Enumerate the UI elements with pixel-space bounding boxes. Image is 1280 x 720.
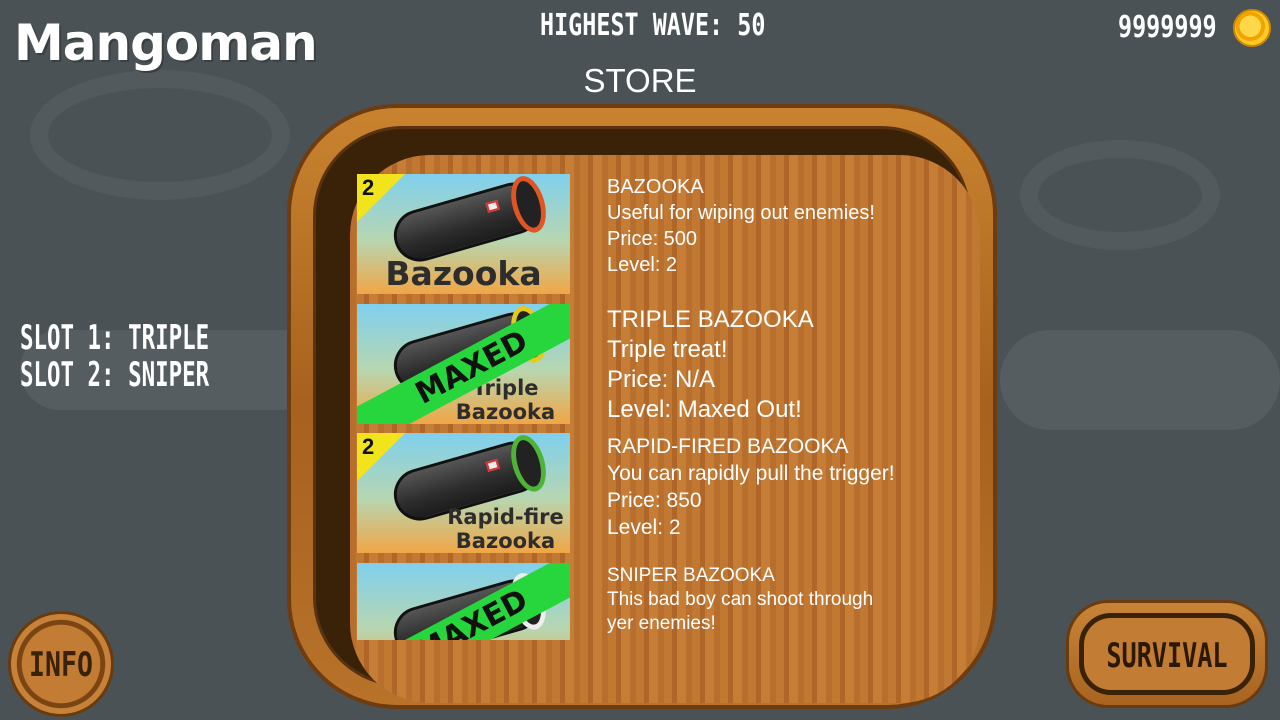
survival-button[interactable]: SURVIVAL	[1066, 600, 1268, 708]
item-name: SNIPER BAZOOKA	[607, 565, 775, 586]
store-item-bazooka[interactable]: 2 Bazooka BAZOOKA Useful for wiping out …	[357, 174, 957, 296]
item-name: BAZOOKA	[607, 176, 704, 198]
item-description-line2: yer enemies!	[607, 613, 716, 634]
store-title: STORE	[583, 62, 697, 99]
coin-count: 9999999	[1118, 10, 1217, 45]
item-price: Price: N/A	[607, 366, 716, 393]
thumbnail-title-line2: Bazooka	[455, 529, 556, 553]
store-item-triple-bazooka[interactable]: Triple Bazooka MAXED TRIPLE BAZOOKA Trip…	[357, 304, 957, 426]
item-price: Price: 850	[607, 489, 702, 512]
thumbnail-title-line1: Rapid-fire	[447, 505, 564, 529]
highest-wave-label: HIGHEST WAVE: 50	[540, 8, 766, 43]
item-price: Price: 500	[607, 228, 698, 250]
store-item-sniper-bazooka[interactable]: MAXED SNIPER BAZOOKA This bad boy can sh…	[357, 563, 957, 640]
store-item-rapid-fire-bazooka[interactable]: 2 Rapid-fire Bazooka RAPID-FIRED BAZOOKA…	[357, 433, 957, 555]
item-description-line1: This bad boy can shoot through	[607, 589, 874, 610]
item-info: TRIPLE BAZOOKA Triple treat! Price: N/A …	[607, 304, 947, 424]
item-info: SNIPER BAZOOKA This bad boy can shoot th…	[607, 563, 947, 635]
sniper-bazooka-thumbnail[interactable]: MAXED	[357, 563, 570, 640]
item-description: Useful for wiping out enemies!	[607, 202, 875, 224]
triple-bazooka-thumbnail[interactable]: Triple Bazooka MAXED	[357, 304, 570, 424]
rapid-fire-bazooka-thumbnail[interactable]: 2 Rapid-fire Bazooka	[357, 433, 570, 553]
bazooka-muzzle	[505, 174, 552, 237]
item-description: You can rapidly pull the trigger!	[607, 462, 895, 485]
slot-1-label: SLOT 1: TRIPLE	[20, 318, 210, 358]
info-button-label: INFO	[29, 645, 93, 685]
item-name: TRIPLE BAZOOKA	[607, 306, 814, 333]
survival-button-label: SURVIVAL	[1106, 636, 1228, 676]
store-item-list[interactable]: 2 Bazooka BAZOOKA Useful for wiping out …	[357, 174, 957, 640]
coin-icon	[1233, 9, 1271, 47]
item-name: RAPID-FIRED BAZOOKA	[607, 435, 849, 458]
level-badge-number: 2	[362, 434, 375, 459]
item-level: Level: 2	[607, 254, 678, 276]
bazooka-thumbnail[interactable]: 2 Bazooka	[357, 174, 570, 294]
background-cloud-swirl	[1020, 140, 1220, 250]
item-description: Triple treat!	[607, 336, 728, 363]
bazooka-decal	[485, 458, 500, 472]
bazooka-muzzle	[505, 433, 552, 496]
info-button[interactable]: INFO	[8, 611, 114, 717]
item-level: Level: 2	[607, 516, 681, 539]
item-level: Level: Maxed Out!	[607, 396, 802, 423]
thumbnail-title: Bazooka	[385, 254, 542, 293]
slot-2-label: SLOT 2: SNIPER	[20, 355, 210, 395]
equipped-slots: SLOT 1: TRIPLE SLOT 2: SNIPER	[20, 320, 209, 394]
bazooka-decal	[485, 199, 500, 213]
item-info: RAPID-FIRED BAZOOKA You can rapidly pull…	[607, 433, 947, 540]
item-info: BAZOOKA Useful for wiping out enemies! P…	[607, 174, 947, 277]
level-badge-number: 2	[362, 175, 375, 200]
background-cloud	[1000, 330, 1280, 430]
